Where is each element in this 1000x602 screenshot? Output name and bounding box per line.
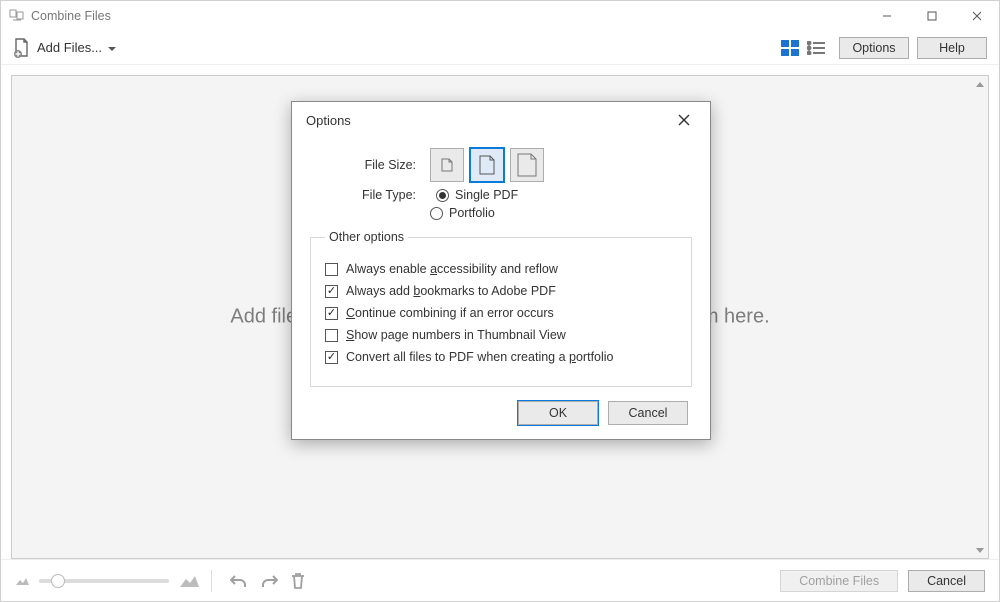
radio-portfolio-label: Portfolio	[449, 206, 495, 220]
maximize-button[interactable]	[909, 1, 954, 31]
check-convert-label: Convert all files to PDF when creating a…	[346, 350, 614, 364]
titlebar: Combine Files	[1, 1, 999, 31]
check-bookmarks[interactable]	[325, 285, 338, 298]
file-size-row: File Size:	[310, 148, 692, 182]
dialog-cancel-button[interactable]: Cancel	[608, 401, 688, 425]
view-toggle	[781, 40, 825, 56]
options-button[interactable]: Options	[839, 37, 909, 59]
slider-thumb[interactable]	[51, 574, 65, 588]
redo-icon[interactable]	[260, 573, 278, 589]
check-pagenums[interactable]	[325, 329, 338, 342]
thumbnail-view-icon[interactable]	[781, 40, 799, 56]
other-options-group: Other options Always enable accessibilit…	[310, 230, 692, 387]
bottombar: Combine Files Cancel	[1, 559, 999, 601]
file-size-label: File Size:	[310, 158, 430, 172]
dialog-close-button[interactable]	[672, 108, 696, 132]
check-bookmarks-row[interactable]: Always add bookmarks to Adobe PDF	[325, 284, 677, 298]
combine-files-button: Combine Files	[780, 570, 898, 592]
toolbar: Add Files... Options Help	[1, 31, 999, 65]
check-continue-label: Continue combining if an error occurs	[346, 306, 554, 320]
add-files-button[interactable]: Add Files...	[13, 38, 116, 58]
other-options-legend: Other options	[325, 230, 408, 244]
check-continue[interactable]	[325, 307, 338, 320]
radio-portfolio[interactable]	[430, 207, 443, 220]
file-size-large[interactable]	[510, 148, 544, 182]
check-pagenums-row[interactable]: Show page numbers in Thumbnail View	[325, 328, 677, 342]
help-button[interactable]: Help	[917, 37, 987, 59]
undo-icon[interactable]	[230, 573, 248, 589]
file-type-label: File Type:	[310, 188, 430, 202]
check-accessibility-row[interactable]: Always enable accessibility and reflow	[325, 262, 677, 276]
separator	[211, 570, 212, 592]
scrollbar[interactable]	[972, 76, 988, 558]
minimize-button[interactable]	[864, 1, 909, 31]
thumb-large-icon	[179, 574, 199, 588]
file-type-single-row[interactable]: File Type: Single PDF	[310, 188, 692, 202]
radio-single-pdf-label: Single PDF	[455, 188, 518, 202]
thumb-small-icon	[15, 576, 29, 586]
page-add-icon	[13, 38, 31, 58]
window-title: Combine Files	[31, 9, 111, 23]
file-size-small[interactable]	[430, 148, 464, 182]
file-type-portfolio-row[interactable]: Portfolio	[310, 206, 692, 220]
add-files-label: Add Files...	[37, 40, 102, 55]
window-buttons	[864, 1, 999, 31]
scroll-up-icon[interactable]	[972, 76, 988, 92]
check-continue-row[interactable]: Continue combining if an error occurs	[325, 306, 677, 320]
list-view-icon[interactable]	[807, 41, 825, 55]
radio-single-pdf[interactable]	[436, 189, 449, 202]
thumbnail-size-slider[interactable]	[39, 579, 169, 583]
check-pagenums-label: Show page numbers in Thumbnail View	[346, 328, 566, 342]
window: Combine Files Add Files... Options Help	[0, 0, 1000, 602]
app-icon	[9, 8, 25, 24]
check-convert-row[interactable]: Convert all files to PDF when creating a…	[325, 350, 677, 364]
chevron-down-icon	[108, 40, 116, 55]
options-dialog: Options File Size: File Type: Single PDF	[291, 101, 711, 440]
dialog-titlebar: Options	[292, 102, 710, 138]
close-button[interactable]	[954, 1, 999, 31]
trash-icon[interactable]	[290, 572, 306, 590]
dialog-title: Options	[306, 113, 351, 128]
check-bookmarks-label: Always add bookmarks to Adobe PDF	[346, 284, 556, 298]
scroll-down-icon[interactable]	[972, 542, 988, 558]
cancel-button[interactable]: Cancel	[908, 570, 985, 592]
dialog-buttons: OK Cancel	[310, 401, 692, 425]
file-size-default[interactable]	[470, 148, 504, 182]
check-accessibility[interactable]	[325, 263, 338, 276]
ok-button[interactable]: OK	[518, 401, 598, 425]
check-accessibility-label: Always enable accessibility and reflow	[346, 262, 558, 276]
check-convert[interactable]	[325, 351, 338, 364]
